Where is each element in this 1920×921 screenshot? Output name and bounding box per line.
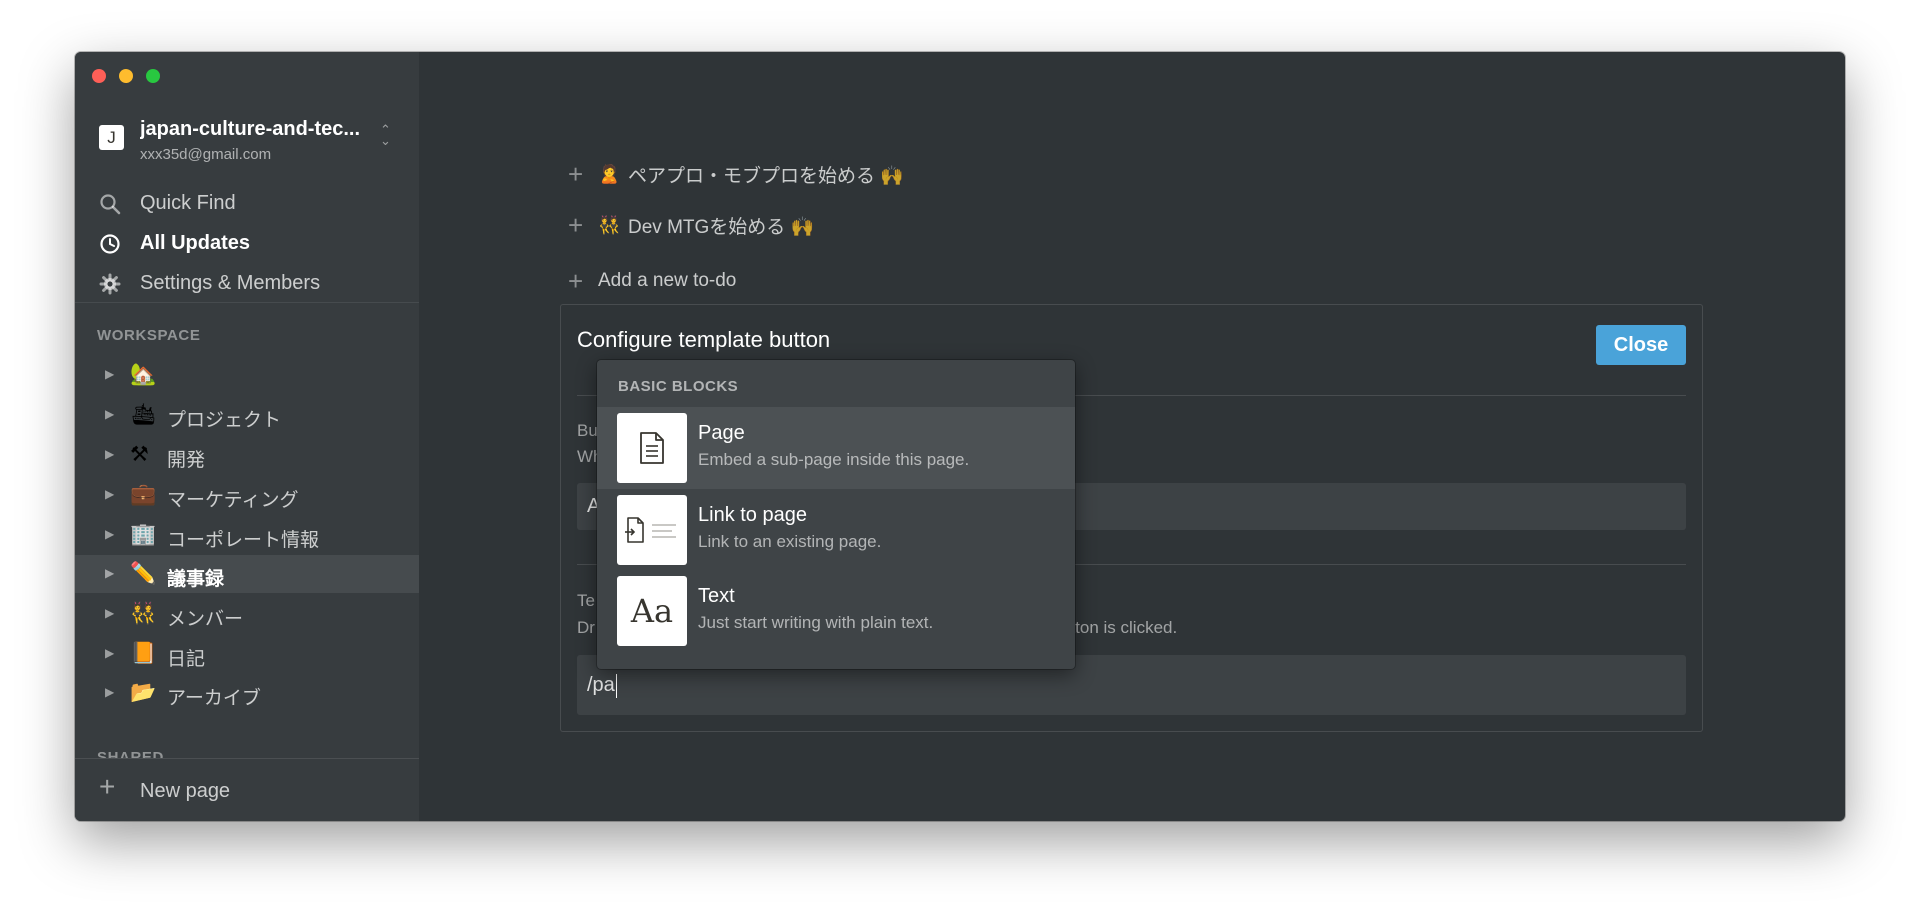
todo-label: Dev MTGを始める 🙌: [628, 216, 815, 238]
template-input-text: /pa: [587, 674, 615, 696]
gear-icon: [99, 273, 121, 295]
nav-label: Settings & Members: [140, 271, 321, 294]
expand-arrow-icon[interactable]: ▶: [105, 566, 114, 580]
sidebar-page-diary[interactable]: ▶ 📙 日記: [75, 635, 419, 673]
menu-item-description: Embed a sub-page inside this page.: [698, 450, 970, 469]
page-emoji-icon: ⚒: [130, 443, 149, 466]
add-new-todo-button[interactable]: + Add a new to-do: [568, 265, 736, 297]
page-icon: [617, 413, 687, 483]
button-name-label: Bu: [577, 421, 598, 440]
page-emoji-icon: 💼: [130, 483, 157, 506]
expand-arrow-icon[interactable]: ▶: [105, 407, 114, 421]
todo-emoji-icon: 👯: [598, 214, 621, 235]
template-label: Te: [577, 591, 595, 610]
todo-emoji-icon: 🙎: [598, 163, 621, 184]
link-to-page-icon: [617, 495, 687, 565]
menu-heading: BASIC BLOCKS: [618, 378, 739, 395]
sidebar-page-home[interactable]: ▶ 🏡: [75, 356, 419, 394]
menu-item-title: Page: [698, 422, 745, 444]
text-caret: [615, 673, 617, 698]
new-page-label: New page: [140, 780, 231, 802]
page-label: 開発: [167, 450, 206, 471]
plus-icon: +: [99, 771, 116, 802]
add-todo-label: Add a new to-do: [598, 270, 737, 291]
clock-icon: [100, 234, 120, 254]
template-button-pair-programming[interactable]: + 🙎 ペアプロ・モブプロを始める 🙌: [568, 158, 904, 190]
page-emoji-icon: 🏡: [130, 363, 157, 386]
text-glyph: Aa: [630, 592, 674, 630]
workspace-switcher[interactable]: J japan-culture-and-tec... xxx35d@gmail.…: [75, 110, 419, 172]
new-page-button[interactable]: + New page: [75, 758, 419, 821]
minimize-window-button[interactable]: [119, 69, 133, 83]
template-button-dev-mtg[interactable]: + 👯 Dev MTGを始める 🙌: [568, 209, 814, 241]
page-label: アーカイブ: [167, 688, 261, 709]
block-type-menu: BASIC BLOCKS Page Embed a sub-page insid…: [597, 360, 1075, 669]
page-emoji-icon: 🛳: [130, 403, 157, 426]
sidebar-page-project[interactable]: ▶ 🛳 プロジェクト: [75, 396, 419, 434]
sidebar-page-marketing[interactable]: ▶ 💼 マーケティング: [75, 476, 419, 514]
menu-item-title: Text: [698, 585, 735, 607]
sidebar-page-minutes[interactable]: ▶ ✏️ 議事録: [75, 555, 419, 593]
nav-label: All Updates: [140, 231, 251, 254]
nav-all-updates[interactable]: All Updates: [75, 224, 419, 262]
sidebar: J japan-culture-and-tec... xxx35d@gmail.…: [75, 52, 419, 821]
nav-settings-members[interactable]: Settings & Members: [75, 264, 419, 302]
expand-arrow-icon[interactable]: ▶: [105, 685, 114, 699]
todo-label: ペアプロ・モブプロを始める 🙌: [628, 165, 904, 187]
sidebar-divider: [75, 302, 419, 303]
text-icon: Aa: [617, 576, 687, 646]
nav-quick-find[interactable]: Quick Find: [75, 184, 419, 222]
expand-arrow-icon[interactable]: ▶: [105, 367, 114, 381]
sidebar-page-members[interactable]: ▶ 👯 メンバー: [75, 595, 419, 633]
expand-arrow-icon[interactable]: ▶: [105, 606, 114, 620]
close-button[interactable]: Close: [1596, 325, 1686, 365]
workspace-email: xxx35d@gmail.com: [140, 146, 272, 163]
page-label: 日記: [167, 649, 206, 670]
chevron-updown-icon: ⌃ ⌄: [380, 122, 391, 148]
window-controls: [92, 69, 160, 83]
page-label: マーケティング: [167, 490, 299, 511]
page-emoji-icon: ✏️: [130, 562, 157, 585]
sidebar-page-archive[interactable]: ▶ 📂 アーカイブ: [75, 674, 419, 712]
menu-item-description: Just start writing with plain text.: [698, 613, 934, 632]
nav-label: Quick Find: [140, 191, 236, 214]
template-hint-tail: utton is clicked.: [1061, 618, 1178, 637]
search-icon: [100, 194, 121, 215]
menu-item-title: Link to page: [698, 504, 807, 526]
expand-arrow-icon[interactable]: ▶: [105, 527, 114, 541]
section-title-workspace: WORKSPACE: [97, 327, 201, 344]
expand-arrow-icon[interactable]: ▶: [105, 487, 114, 501]
workspace-avatar: J: [99, 125, 124, 150]
section-title-shared: SHARED: [97, 750, 164, 758]
plus-icon: +: [568, 158, 584, 189]
workspace-name: japan-culture-and-tec...: [140, 118, 361, 140]
menu-item-description: Link to an existing page.: [698, 532, 882, 551]
sidebar-page-development[interactable]: ▶ ⚒ 開発: [75, 436, 419, 474]
menu-item-text[interactable]: Aa Text Just start writing with plain te…: [597, 570, 1075, 652]
page-emoji-icon: 📙: [130, 642, 157, 665]
menu-item-link-to-page[interactable]: Link to page Link to an existing page.: [597, 489, 1075, 571]
page-emoji-icon: 📂: [130, 681, 157, 704]
expand-arrow-icon[interactable]: ▶: [105, 646, 114, 660]
sidebar-page-corporate[interactable]: ▶ 🏢 コーポレート情報: [75, 516, 419, 554]
close-window-button[interactable]: [92, 69, 106, 83]
page-emoji-icon: 👯: [130, 602, 157, 625]
plus-icon: +: [568, 209, 584, 240]
panel-title: Configure template button: [577, 327, 831, 352]
page-label: コーポレート情報: [167, 530, 320, 551]
expand-arrow-icon[interactable]: ▶: [105, 447, 114, 461]
template-hint: Dr: [577, 618, 595, 637]
page-label: プロジェクト: [167, 410, 282, 431]
app-window: J japan-culture-and-tec... xxx35d@gmail.…: [75, 52, 1845, 821]
page-label: 議事録: [167, 569, 225, 590]
plus-icon: +: [568, 265, 584, 296]
menu-item-page[interactable]: Page Embed a sub-page inside this page.: [597, 407, 1075, 489]
page-emoji-icon: 🏢: [130, 523, 157, 546]
page-label: メンバー: [167, 609, 244, 630]
zoom-window-button[interactable]: [146, 69, 160, 83]
